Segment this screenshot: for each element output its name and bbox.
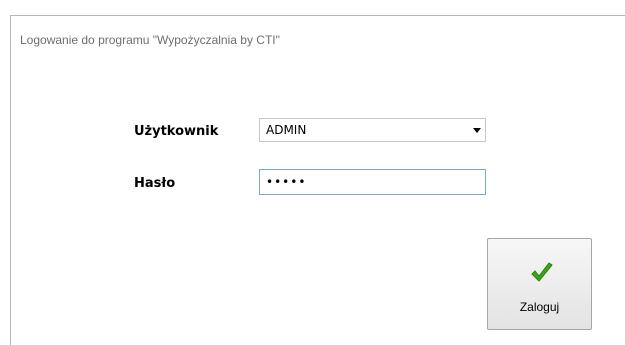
dropdown-arrow-icon[interactable] bbox=[473, 128, 481, 133]
login-window: Logowanie do programu "Wypożyczalnia by … bbox=[10, 15, 625, 345]
login-button[interactable]: Zaloguj bbox=[487, 238, 592, 330]
user-label: Użytkownik bbox=[134, 124, 219, 139]
password-field[interactable] bbox=[259, 169, 486, 195]
check-icon bbox=[531, 262, 553, 282]
login-button-label: Zaloguj bbox=[519, 300, 560, 314]
window-title: Logowanie do programu "Wypożyczalnia by … bbox=[20, 33, 280, 47]
password-label: Hasło bbox=[134, 176, 176, 191]
user-combobox[interactable]: ADMIN bbox=[259, 118, 486, 142]
user-combobox-value: ADMIN bbox=[266, 123, 307, 137]
